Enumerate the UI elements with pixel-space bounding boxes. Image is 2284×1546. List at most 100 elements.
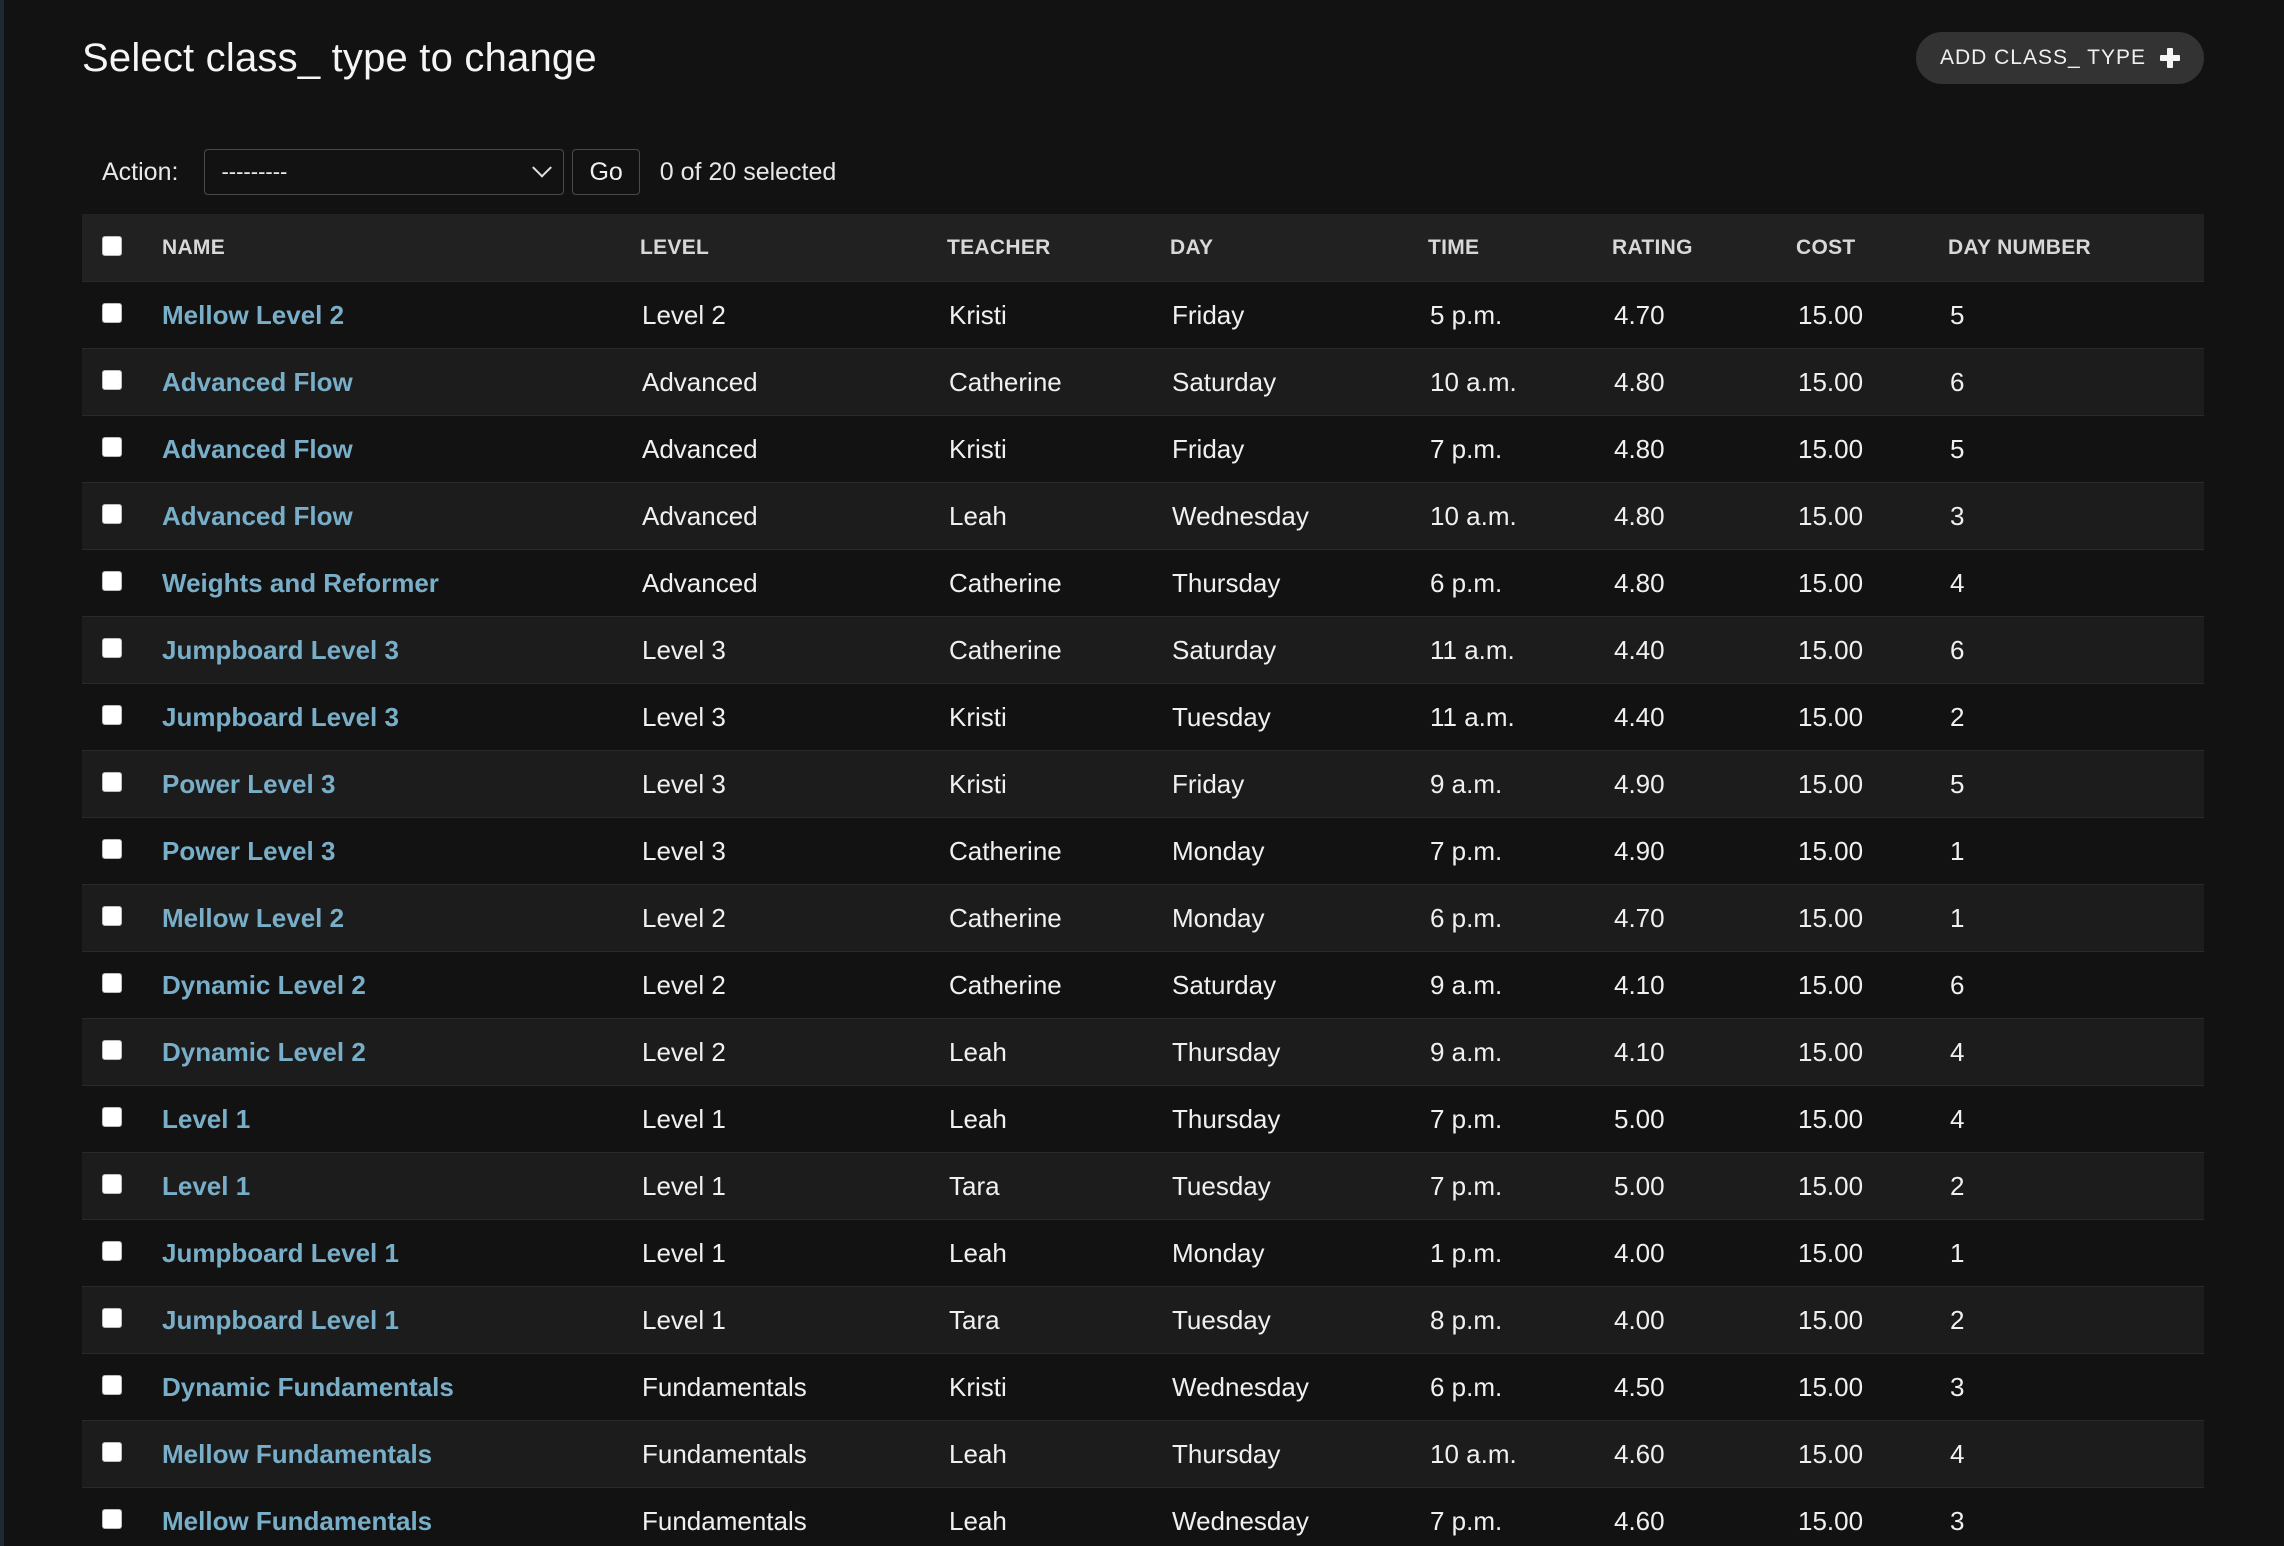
row-checkbox-cell (82, 884, 162, 952)
day-cell: Wednesday (1170, 1487, 1428, 1546)
rating-cell: 4.00 (1612, 1286, 1796, 1354)
class-name-link[interactable]: Weights and Reformer (162, 568, 439, 598)
level-cell: Advanced (640, 549, 947, 617)
day-cell: Thursday (1170, 1085, 1428, 1153)
column-header-teacher[interactable]: TEACHER (947, 214, 1170, 282)
class-name-link[interactable]: Mellow Fundamentals (162, 1506, 432, 1536)
time-cell: 7 p.m. (1428, 1487, 1612, 1546)
row-checkbox-cell (82, 1286, 162, 1354)
level-cell: Level 1 (640, 1219, 947, 1287)
day-number-cell: 5 (1948, 281, 2204, 349)
level-cell: Fundamentals (640, 1487, 947, 1546)
class-name-link[interactable]: Advanced Flow (162, 367, 353, 397)
class-name-link[interactable]: Advanced Flow (162, 501, 353, 531)
action-select[interactable]: --------- (204, 149, 565, 195)
row-checkbox[interactable] (102, 370, 122, 390)
row-checkbox[interactable] (102, 1107, 122, 1127)
day-number-cell: 6 (1948, 616, 2204, 684)
teacher-cell: Catherine (947, 616, 1170, 684)
class-name-link[interactable]: Dynamic Fundamentals (162, 1372, 454, 1402)
row-checkbox[interactable] (102, 1174, 122, 1194)
rating-cell: 4.40 (1612, 616, 1796, 684)
go-button[interactable]: Go (572, 149, 640, 195)
selection-counter: 0 of 20 selected (659, 157, 837, 186)
cost-cell: 15.00 (1796, 281, 1948, 349)
level-cell: Level 2 (640, 1018, 947, 1086)
day-cell: Thursday (1170, 1018, 1428, 1086)
day-cell: Monday (1170, 1219, 1428, 1287)
row-checkbox-cell (82, 1487, 162, 1546)
row-checkbox[interactable] (102, 1509, 122, 1529)
column-header-cost[interactable]: COST (1796, 214, 1948, 282)
class-name-link[interactable]: Power Level 3 (162, 836, 335, 866)
class-name-link[interactable]: Power Level 3 (162, 769, 335, 799)
name-cell: Mellow Level 2 (162, 884, 640, 952)
teacher-cell: Catherine (947, 817, 1170, 885)
time-cell: 1 p.m. (1428, 1219, 1612, 1287)
time-cell: 10 a.m. (1428, 348, 1612, 416)
table-body: Mellow Level 2 Level 2 Kristi Friday 5 p.m. 4… (82, 281, 2204, 1546)
cost-cell: 15.00 (1796, 1420, 1948, 1488)
class-name-link[interactable]: Level 1 (162, 1104, 250, 1134)
rating-cell: 4.00 (1612, 1219, 1796, 1287)
add-class-type-button[interactable]: ADD CLASS_ TYPE (1915, 32, 2204, 84)
day-number-cell: 4 (1948, 1018, 2204, 1086)
class-name-link[interactable]: Jumpboard Level 1 (162, 1305, 399, 1335)
row-checkbox[interactable] (102, 772, 122, 792)
cost-cell: 15.00 (1796, 1487, 1948, 1546)
class-name-link[interactable]: Jumpboard Level 3 (162, 635, 399, 665)
time-cell: 9 a.m. (1428, 951, 1612, 1019)
column-header-name[interactable]: NAME (162, 214, 640, 282)
rating-cell: 4.70 (1612, 281, 1796, 349)
row-checkbox[interactable] (102, 1442, 122, 1462)
row-checkbox[interactable] (102, 839, 122, 859)
class-name-link[interactable]: Dynamic Level 2 (162, 1037, 366, 1067)
row-checkbox[interactable] (102, 303, 122, 323)
column-header-day[interactable]: DAY (1170, 214, 1428, 282)
row-checkbox[interactable] (102, 638, 122, 658)
day-cell: Friday (1170, 281, 1428, 349)
day-number-cell: 4 (1948, 1085, 2204, 1153)
row-checkbox[interactable] (102, 571, 122, 591)
row-checkbox-cell (82, 1152, 162, 1220)
class-name-link[interactable]: Mellow Level 2 (162, 903, 344, 933)
row-checkbox-cell (82, 1420, 162, 1488)
name-cell: Dynamic Fundamentals (162, 1353, 640, 1421)
column-header-rating[interactable]: RATING (1612, 214, 1796, 282)
name-cell: Level 1 (162, 1085, 640, 1153)
class-name-link[interactable]: Jumpboard Level 1 (162, 1238, 399, 1268)
name-cell: Jumpboard Level 1 (162, 1286, 640, 1354)
actions-bar: Action: --------- Go 0 of 20 selected (82, 146, 2204, 198)
row-checkbox[interactable] (102, 973, 122, 993)
class-name-link[interactable]: Jumpboard Level 3 (162, 702, 399, 732)
select-all-checkbox[interactable] (102, 235, 122, 256)
row-checkbox[interactable] (102, 504, 122, 524)
level-cell: Advanced (640, 482, 947, 550)
row-checkbox-cell (82, 750, 162, 818)
name-cell: Dynamic Level 2 (162, 1018, 640, 1086)
name-cell: Jumpboard Level 3 (162, 683, 640, 751)
class-name-link[interactable]: Mellow Level 2 (162, 300, 344, 330)
teacher-cell: Leah (947, 1487, 1170, 1546)
class-name-link[interactable]: Level 1 (162, 1171, 250, 1201)
row-checkbox[interactable] (102, 705, 122, 725)
page: Select class_ type to change ADD CLASS_ … (0, 0, 2284, 1546)
column-header-level[interactable]: LEVEL (640, 214, 947, 282)
teacher-cell: Tara (947, 1152, 1170, 1220)
column-header-time[interactable]: TIME (1428, 214, 1612, 282)
teacher-cell: Catherine (947, 348, 1170, 416)
class-name-link[interactable]: Dynamic Level 2 (162, 970, 366, 1000)
column-header-day-number[interactable]: DAY NUMBER (1948, 214, 2204, 282)
row-checkbox[interactable] (102, 1040, 122, 1060)
class-name-link[interactable]: Advanced Flow (162, 434, 353, 464)
row-checkbox[interactable] (102, 437, 122, 457)
time-cell: 7 p.m. (1428, 1085, 1612, 1153)
row-checkbox[interactable] (102, 906, 122, 926)
row-checkbox[interactable] (102, 1375, 122, 1395)
day-cell: Saturday (1170, 348, 1428, 416)
class-name-link[interactable]: Mellow Fundamentals (162, 1439, 432, 1469)
rating-cell: 4.40 (1612, 683, 1796, 751)
row-checkbox[interactable] (102, 1308, 122, 1328)
rating-cell: 4.80 (1612, 415, 1796, 483)
row-checkbox[interactable] (102, 1241, 122, 1261)
